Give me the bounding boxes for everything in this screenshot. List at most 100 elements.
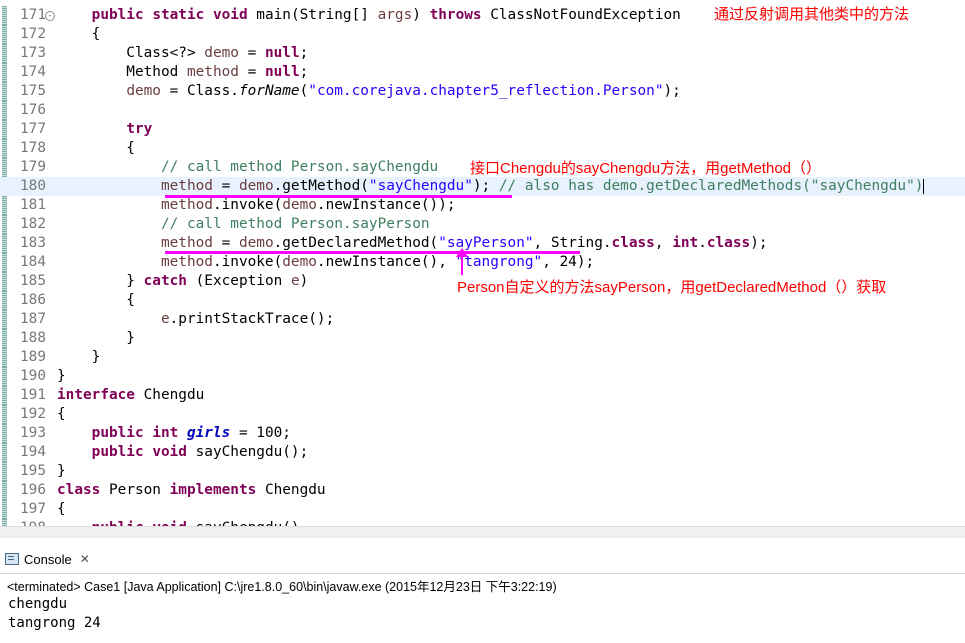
code-line[interactable]: 195} (0, 462, 965, 481)
code-line[interactable]: 191 interface Chengdu (0, 386, 965, 405)
code-token: void (212, 7, 248, 23)
line-number: 193 (20, 425, 46, 441)
code-token: public (91, 7, 144, 23)
code-token: } (57, 349, 101, 365)
code-token: .newInstance()); (316, 197, 456, 213)
code-token: class (706, 235, 751, 251)
code-line[interactable]: 189 } (0, 348, 965, 367)
code-line[interactable]: 184 method.invoke(demo.newInstance(), "t… (0, 253, 965, 272)
code-token: method (160, 178, 213, 194)
code-token: = Class. (160, 83, 239, 99)
code-text: interface Chengdu (57, 386, 204, 405)
text-caret (923, 178, 925, 194)
code-line[interactable]: 188 } (0, 329, 965, 348)
code-token: ) (412, 7, 430, 23)
code-token: .printStackTrace(); (169, 311, 335, 327)
code-line[interactable]: 172 { (0, 25, 965, 44)
line-number: 194 (20, 444, 46, 460)
code-token: // call method Person.sayChengdu (160, 159, 439, 175)
code-text: method.invoke(demo.newInstance(), "tangr… (57, 253, 594, 272)
code-line[interactable]: 192 { (0, 405, 965, 424)
code-line[interactable]: 173 Class<?> demo = null; (0, 44, 965, 63)
code-token: null (264, 45, 300, 61)
code-token: class (611, 235, 655, 251)
code-token: .invoke( (212, 254, 283, 270)
code-line[interactable]: 198 public void sayChengdu() (0, 519, 965, 526)
close-icon[interactable]: ✕ (80, 552, 90, 566)
code-line[interactable]: 174 Method method = null; (0, 63, 965, 82)
code-line[interactable]: 178 { (0, 139, 965, 158)
line-number: 187 (20, 311, 46, 327)
code-token: int (152, 425, 179, 441)
code-token: ( (299, 83, 309, 99)
code-text: } (57, 462, 66, 481)
code-token: public (91, 425, 144, 441)
code-token: .invoke( (212, 197, 283, 213)
code-token: { (57, 26, 101, 42)
line-number: 181 (20, 197, 46, 213)
code-token: catch (143, 273, 187, 289)
code-token: // call method Person.sayPerson (160, 216, 430, 232)
code-token: ); (472, 178, 499, 194)
annotation-getmethod-note: 接口Chengdu的sayChengdu方法，用getMethod（） (470, 160, 821, 177)
code-line[interactable]: 175 demo = Class.forName("com.corejava.c… (0, 82, 965, 101)
code-token: = (212, 178, 239, 194)
annotation-reflection-note: 通过反射调用其他类中的方法 (714, 6, 910, 23)
code-token: . (698, 235, 707, 251)
code-line-current[interactable]: 180 method = demo.getMethod("sayChengdu"… (0, 177, 965, 196)
code-token: Chengdu (256, 482, 326, 498)
code-token: ) (299, 273, 309, 289)
code-token: } (57, 330, 135, 346)
code-token: , 24); (542, 254, 595, 270)
code-token: class (57, 482, 101, 498)
code-line[interactable]: 181 method.invoke(demo.newInstance()); (0, 196, 965, 215)
code-token: method (160, 254, 213, 270)
line-number: 175 (20, 83, 46, 99)
code-line[interactable]: 194 public void sayChengdu(); (0, 443, 965, 462)
code-token: try (126, 121, 153, 137)
code-line[interactable]: 193 public int girls = 100; (0, 424, 965, 443)
code-token: Person (100, 482, 170, 498)
code-line[interactable]: 177 try (0, 120, 965, 139)
horizontal-scrollbar[interactable] (0, 526, 965, 538)
code-token: .newInstance(), (316, 254, 456, 270)
code-token: method (160, 197, 213, 213)
code-token: sayChengdu(); (186, 444, 309, 460)
code-token: interface (57, 387, 135, 403)
code-token: method (160, 235, 213, 251)
code-line[interactable]: 187 e.printStackTrace(); (0, 310, 965, 329)
code-line[interactable]: 197 { (0, 500, 965, 519)
code-token: .getDeclaredMethod( (273, 235, 439, 251)
code-token: , (654, 235, 673, 251)
code-editor[interactable]: 171- public static void main(String[] ar… (0, 0, 965, 526)
code-line[interactable]: 196 class Person implements Chengdu (0, 481, 965, 500)
code-text: Class<?> demo = null; (57, 44, 308, 63)
code-text: try (57, 120, 152, 139)
tab-console-label: Console (24, 551, 72, 567)
fold-toggle-icon[interactable]: - (45, 11, 55, 21)
line-number: 180 (20, 178, 46, 194)
code-line[interactable]: 190} (0, 367, 965, 386)
code-line[interactable]: 176 (0, 101, 965, 120)
line-number: 198 (18, 519, 46, 526)
code-text: public void sayChengdu(); (57, 443, 309, 462)
line-number: 189 (20, 349, 46, 365)
code-token: // also has demo.getDeclaredMethods("say… (498, 178, 924, 194)
code-text: { (57, 405, 66, 424)
code-text: } (57, 348, 101, 367)
code-text: public void sayChengdu() (57, 519, 300, 526)
code-line[interactable]: 182 // call method Person.sayPerson (0, 215, 965, 234)
console-view-tabbar: Console ✕ (0, 545, 965, 574)
code-text: { (57, 500, 66, 519)
console-output-line: chengdu (8, 596, 68, 612)
underline-getdeclaredmethod-line (165, 251, 580, 254)
line-number: 192 (20, 406, 46, 422)
code-token: e (290, 273, 300, 289)
tab-console[interactable]: Console ✕ (5, 547, 90, 571)
